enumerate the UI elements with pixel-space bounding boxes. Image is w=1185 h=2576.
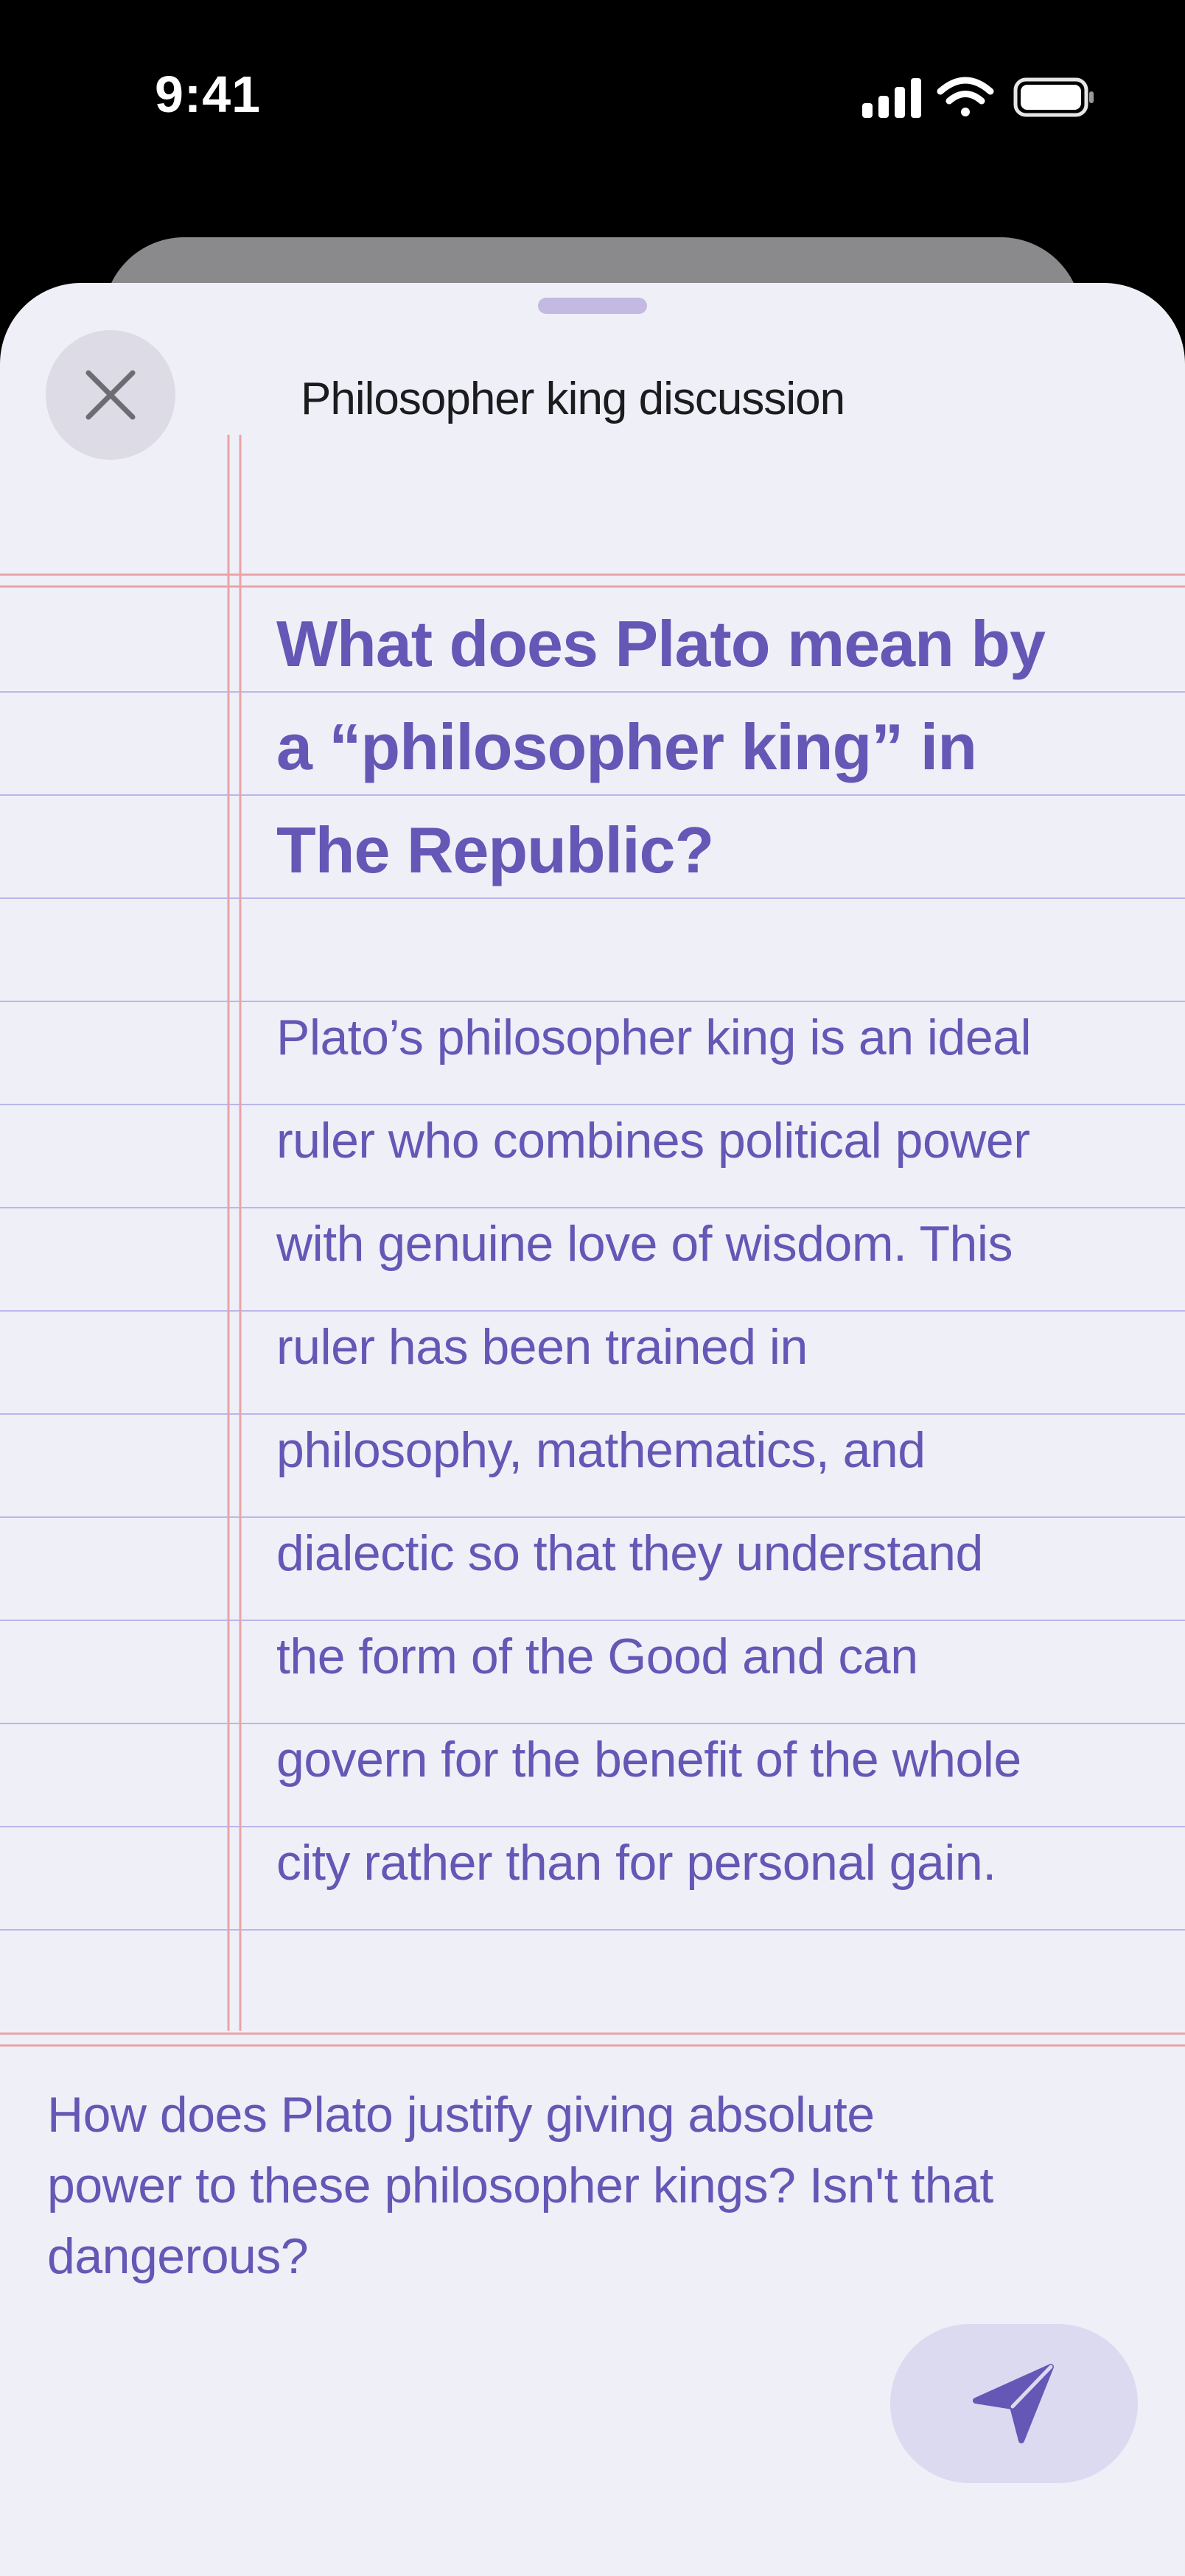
sheet-title: Philosopher king discussion	[301, 374, 845, 424]
answer-line: ruler who combines political power	[276, 1113, 1030, 1169]
sheet-grabber[interactable]	[538, 298, 647, 314]
answer-line: Plato’s philosopher king is an ideal	[276, 1009, 1032, 1065]
send-button[interactable]	[890, 2324, 1138, 2483]
status-time: 9:41	[155, 66, 262, 123]
message-input-line: How does Plato justify giving absolute	[47, 2087, 875, 2143]
question-line: The Republic?	[276, 813, 714, 886]
phone-screen: 9:41 Philosopher king discussion What do…	[0, 0, 1185, 2576]
close-button[interactable]	[46, 330, 175, 460]
battery-icon	[1013, 77, 1094, 117]
message-input-line: power to these philosopher kings? Isn't …	[47, 2157, 993, 2213]
question-line: What does Plato mean by	[276, 607, 1046, 680]
status-icons	[862, 77, 1094, 118]
answer-line: with genuine love of wisdom. This	[276, 1216, 1013, 1272]
message-input-line: dangerous?	[47, 2228, 309, 2284]
answer-line: ruler has been trained in	[276, 1319, 808, 1375]
user-question: What does Plato mean by a “philosopher k…	[276, 592, 1146, 902]
close-icon	[85, 370, 136, 420]
answer-line: philosophy, mathematics, and	[276, 1422, 926, 1478]
wifi-icon	[937, 77, 994, 116]
answer-line: govern for the benefit of the whole	[276, 1732, 1021, 1788]
answer-line: dialectic so that they understand	[276, 1525, 983, 1581]
conversation-sheet: Philosopher king discussion What does Pl…	[0, 283, 1185, 2576]
cellular-signal-icon	[862, 78, 921, 118]
send-icon	[973, 2364, 1054, 2443]
question-line: a “philosopher king” in	[276, 710, 977, 783]
answer-line: city rather than for personal gain.	[276, 1835, 996, 1891]
answer-line: the form of the Good and can	[276, 1628, 918, 1684]
message-input[interactable]: How does Plato justify giving absolute p…	[47, 2079, 1138, 2292]
assistant-answer: Plato’s philosopher king is an ideal rul…	[276, 986, 1146, 1914]
